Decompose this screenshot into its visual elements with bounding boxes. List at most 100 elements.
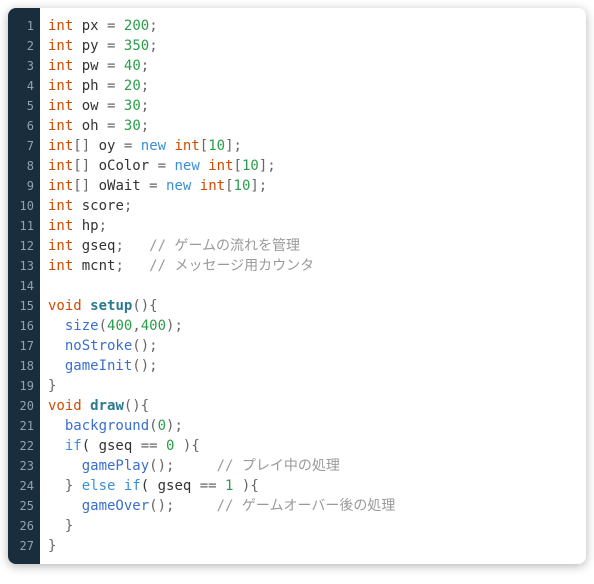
line-number: 2	[12, 36, 34, 56]
code-token: [	[225, 178, 233, 194]
line-number: 23	[12, 456, 34, 476]
code-token: setup	[90, 298, 132, 314]
line-number: 24	[12, 476, 34, 496]
code-token	[115, 38, 123, 54]
code-token: ;	[124, 198, 132, 214]
code-token: if	[124, 478, 141, 494]
code-token: ();	[132, 338, 157, 354]
code-token: 40	[124, 58, 141, 74]
code-token: 30	[124, 98, 141, 114]
code-token: ();	[132, 358, 157, 374]
code-token	[82, 398, 90, 414]
line-number: 21	[12, 416, 34, 436]
line-number: 7	[12, 136, 34, 156]
code-token: size	[65, 318, 99, 334]
code-token	[48, 338, 65, 354]
code-token: ;	[141, 78, 149, 94]
code-token: ;	[149, 18, 157, 34]
code-token	[115, 98, 123, 114]
code-token: oWait	[99, 178, 150, 194]
line-number: 16	[12, 316, 34, 336]
code-token: =	[158, 158, 166, 174]
code-line	[48, 276, 576, 296]
code-token: gamePlay	[82, 458, 149, 474]
code-line: void draw(){	[48, 396, 576, 416]
code-token: // プレイ中の処理	[217, 458, 340, 474]
line-number: 27	[12, 536, 34, 556]
code-token: pw	[73, 58, 107, 74]
code-line: int ow = 30;	[48, 96, 576, 116]
code-token	[115, 478, 123, 494]
code-token: int	[48, 218, 73, 234]
line-number: 22	[12, 436, 34, 456]
code-token: // ゲームの流れを管理	[149, 238, 300, 254]
code-line: int py = 350;	[48, 36, 576, 56]
code-token: void	[48, 298, 82, 314]
line-number: 6	[12, 116, 34, 136]
code-token	[115, 18, 123, 34]
code-line: int oh = 30;	[48, 116, 576, 136]
line-number: 14	[12, 276, 34, 296]
code-area[interactable]: int px = 200;int py = 350;int pw = 40;in…	[40, 8, 586, 564]
code-token	[115, 118, 123, 134]
code-line: background(0);	[48, 416, 576, 436]
code-token: else	[82, 478, 116, 494]
code-token	[48, 438, 65, 454]
code-line: int hp;	[48, 216, 576, 236]
code-line: } else if( gseq == 1 ){	[48, 476, 576, 496]
code-token: 10	[242, 158, 259, 174]
code-line: int score;	[48, 196, 576, 216]
code-token: ();	[149, 498, 216, 514]
code-token: int	[175, 138, 200, 154]
code-token: gseq	[73, 238, 115, 254]
code-token: (	[149, 418, 157, 434]
line-number: 25	[12, 496, 34, 516]
code-token	[132, 138, 140, 154]
code-token: [	[200, 138, 208, 154]
code-token: int	[48, 238, 73, 254]
code-token: 200	[124, 18, 149, 34]
code-token: int	[48, 98, 73, 114]
line-number: 10	[12, 196, 34, 216]
line-number: 20	[12, 396, 34, 416]
code-token: }	[48, 478, 82, 494]
code-line: int[] oWait = new int[10];	[48, 176, 576, 196]
code-token: []	[73, 138, 98, 154]
code-token: ph	[73, 78, 107, 94]
code-line: }	[48, 516, 576, 536]
code-token	[48, 358, 65, 374]
line-number: 15	[12, 296, 34, 316]
code-token: ;	[141, 58, 149, 74]
code-token	[158, 438, 166, 454]
code-token: new	[141, 138, 166, 154]
code-line: int gseq; // ゲームの流れを管理	[48, 236, 576, 256]
line-number: 8	[12, 156, 34, 176]
code-token: int	[48, 118, 73, 134]
code-token: oh	[73, 118, 107, 134]
code-token: []	[73, 178, 98, 194]
code-token: oColor	[99, 158, 158, 174]
code-token: ( gseq	[141, 478, 200, 494]
code-token: 0	[158, 418, 166, 434]
line-number-gutter: 1234567891011121314151617181920212223242…	[8, 8, 40, 564]
code-token: );	[166, 418, 183, 434]
line-number: 19	[12, 376, 34, 396]
code-line: int pw = 40;	[48, 56, 576, 76]
code-line: int ph = 20;	[48, 76, 576, 96]
code-token: ,	[132, 318, 140, 334]
code-token: int	[48, 78, 73, 94]
code-line: void setup(){	[48, 296, 576, 316]
code-token: );	[166, 318, 183, 334]
code-token: py	[73, 38, 107, 54]
code-token	[115, 78, 123, 94]
code-token: }	[48, 378, 56, 394]
code-token	[115, 58, 123, 74]
line-number: 26	[12, 516, 34, 536]
code-token: =	[149, 178, 157, 194]
code-line: gamePlay(); // プレイ中の処理	[48, 456, 576, 476]
code-token: gameOver	[82, 498, 149, 514]
line-number: 13	[12, 256, 34, 276]
code-token: 20	[124, 78, 141, 94]
code-token: }	[48, 538, 56, 554]
code-token: ){	[233, 478, 258, 494]
